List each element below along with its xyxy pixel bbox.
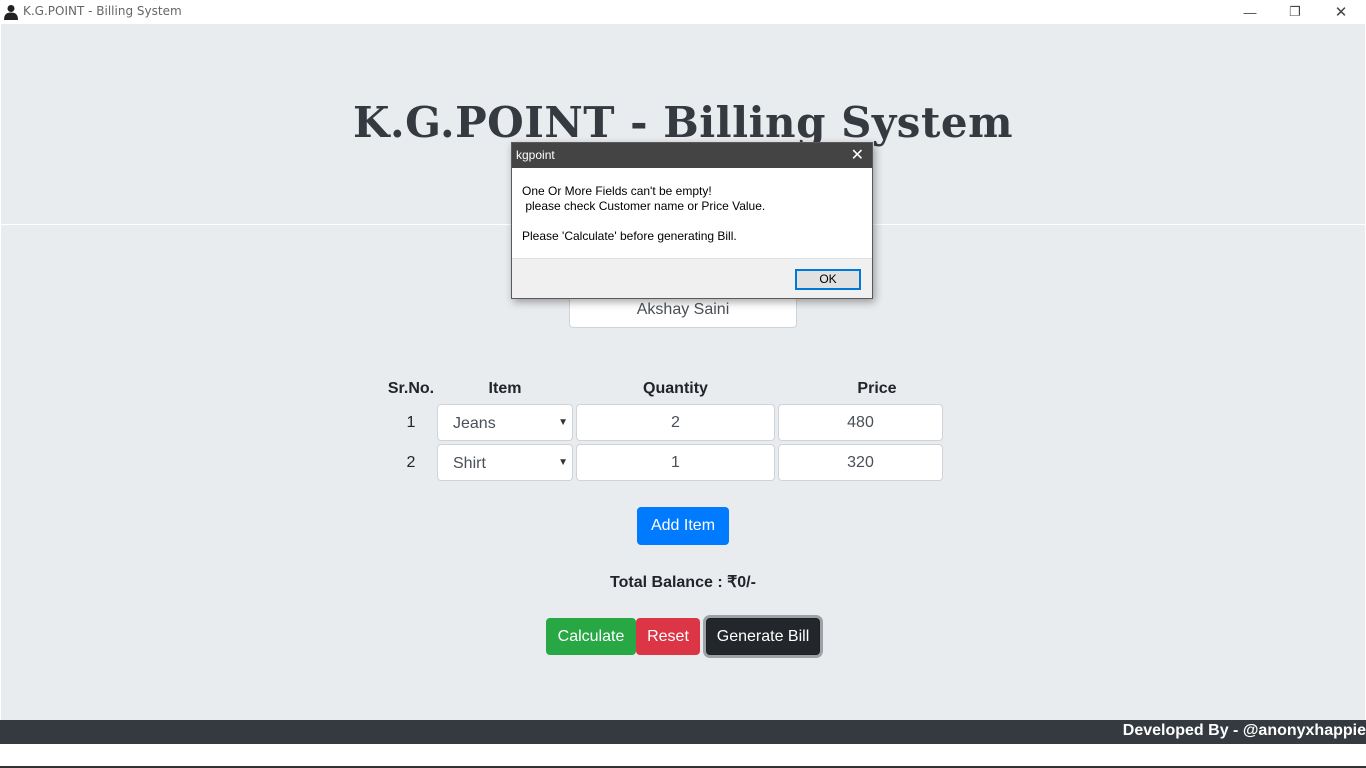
caret-down-icon: ▼ [558,417,568,428]
caret-down-icon: ▼ [558,457,568,468]
window-titlebar: K.G.POINT - Billing System — ❐ ✕ [0,0,1366,24]
header-price: Price [857,380,897,397]
item-select-value: Jeans [453,415,496,432]
add-item-button[interactable]: Add Item [637,507,729,545]
price-input[interactable]: 480 [778,404,943,441]
item-select[interactable]: Jeans ▼ [437,404,573,441]
dialog-message: One Or More Fields can't be empty! pleas… [522,184,766,243]
alert-dialog: kgpoint ✕ One Or More Fields can't be em… [511,142,873,299]
app-window: K.G.POINT - Billing System Akshay Saini … [1,24,1365,720]
footer: Developed By - @anonyxhappie [0,720,1366,744]
dialog-title: kgpoint [516,148,555,162]
quantity-input[interactable]: 2 [576,404,775,441]
dialog-close-icon[interactable]: ✕ [851,145,864,165]
header-srno: Sr.No. [387,380,435,397]
header-item: Item [488,380,522,397]
page-title: K.G.POINT - Billing System [352,98,1014,147]
item-select[interactable]: Shirt ▼ [437,444,573,481]
item-select-value: Shirt [453,455,486,472]
generate-bill-button[interactable]: Generate Bill [706,618,820,655]
dialog-titlebar: kgpoint ✕ [512,143,872,168]
ok-button[interactable]: OK [795,269,861,290]
calculate-button[interactable]: Calculate [546,618,636,655]
total-balance: Total Balance : ₹0/- [610,574,756,591]
row-srno: 1 [406,414,416,431]
quantity-input[interactable]: 1 [576,444,775,481]
footer-credit: Developed By - @anonyxhappie [1122,722,1366,739]
minimize-button[interactable]: — [1227,0,1273,24]
window-title: K.G.POINT - Billing System [23,4,182,18]
minimize-icon: — [1243,4,1257,20]
restore-button[interactable]: ❐ [1272,0,1318,24]
header-quantity: Quantity [643,380,708,397]
dialog-footer: OK [512,258,872,298]
user-icon [4,5,18,20]
restore-icon: ❐ [1289,4,1301,19]
close-button[interactable]: ✕ [1318,0,1364,24]
price-input[interactable]: 320 [778,444,943,481]
row-srno: 2 [406,454,416,471]
reset-button[interactable]: Reset [636,618,700,655]
close-icon: ✕ [1334,4,1348,21]
